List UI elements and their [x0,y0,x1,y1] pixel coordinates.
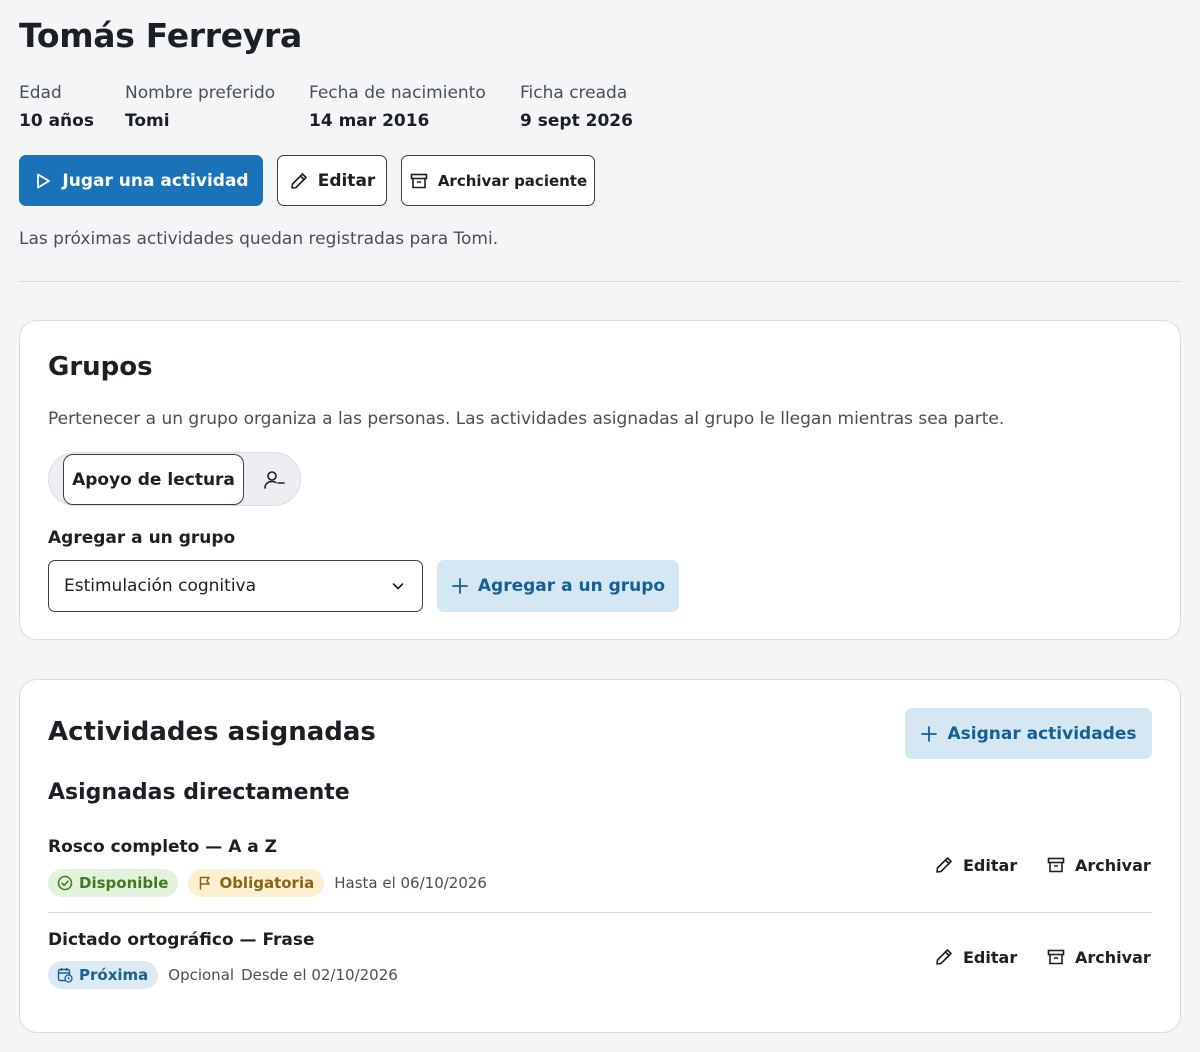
groups-description: Pertenecer a un grupo organiza a las per… [48,409,1005,429]
plus-icon [451,578,468,594]
status-badge-label: Disponible [79,874,169,892]
activity-title: Dictado ortográfico — Frase [48,930,315,950]
meta-value-age: 10 años [19,111,94,131]
required-badge: Obligatoria [188,869,325,897]
edit-patient-label: Editar [317,170,376,191]
archive-box-icon [410,173,428,188]
meta-label-birth-date: Fecha de nacimiento [309,83,486,103]
group-select[interactable]: Estimulación cognitiva [48,560,423,612]
archive-activity-button[interactable]: Archivar [1046,855,1151,875]
edit-activity-button[interactable]: Editar [934,947,1017,967]
meta-value-preferred-name: Tomi [125,111,170,131]
archive-patient-button[interactable]: Archivar paciente [401,155,595,206]
activity-title: Rosco completo — A a Z [48,837,277,857]
archive-activity-label: Archivar [1075,855,1151,875]
status-badge: Próxima [48,961,159,989]
activity-badges: Próxima Opcional Desde el 02/10/2026 [48,961,398,989]
groups-title: Grupos [48,352,153,382]
archive-box-icon [1047,857,1065,873]
assign-activities-label: Asignar actividades [947,723,1137,744]
header-divider [19,281,1181,282]
row-divider [48,912,1152,913]
play-activity-label: Jugar una actividad [62,170,249,191]
meta-label-age: Edad [19,83,62,103]
play-activity-button[interactable]: Jugar una actividad [19,155,263,206]
group-chip[interactable]: Apoyo de lectura [63,454,244,505]
activity-due-date: Hasta el 06/10/2026 [334,874,487,892]
activity-badges: Disponible Obligatoria Hasta el 06/10/20… [48,869,487,897]
plus-icon [921,725,938,742]
archive-activity-button[interactable]: Archivar [1046,947,1151,967]
meta-value-birth-date: 14 mar 2016 [309,111,430,131]
archive-activity-label: Archivar [1075,947,1151,967]
status-badge-label: Próxima [79,966,149,984]
edit-activity-label: Editar [963,947,1018,967]
pencil-icon [936,857,952,873]
edit-patient-button[interactable]: Editar [277,155,387,206]
assign-activities-button[interactable]: Asignar actividades [905,708,1152,759]
archive-patient-label: Archivar paciente [437,171,588,190]
add-to-group-label: Agregar a un grupo [48,528,236,548]
page-title: Tomás Ferreyra [19,16,302,55]
activity-start-date: Desde el 02/10/2026 [241,966,398,984]
direct-assignments-title: Asignadas directamente [48,780,350,805]
activity-note: Las próximas actividades quedan registra… [19,229,499,249]
chevron-down-icon [392,583,404,590]
user-remove-icon [264,471,285,489]
status-badge: Disponible [48,869,179,897]
activity-optional-text: Opcional [168,966,235,984]
meta-label-preferred-name: Nombre preferido [125,83,276,103]
archive-box-icon [1047,949,1065,965]
check-circle-icon [57,875,73,891]
remove-from-group-button[interactable] [256,464,292,496]
edit-activity-label: Editar [963,855,1018,875]
add-to-group-button-label: Agregar a un grupo [477,576,666,596]
group-select-value: Estimulación cognitiva [64,576,257,596]
edit-activity-button[interactable]: Editar [934,855,1017,875]
pencil-icon [936,949,952,965]
add-to-group-button[interactable]: Agregar a un grupo [437,560,679,612]
required-badge-label: Obligatoria [219,874,315,892]
flag-icon [200,876,211,890]
calendar-clock-icon [57,968,73,983]
play-icon [37,173,51,188]
meta-value-created: 9 sept 2026 [520,111,633,131]
pencil-icon [290,172,307,189]
activities-title: Actividades asignadas [48,717,376,747]
meta-label-created: Ficha creada [520,83,628,103]
